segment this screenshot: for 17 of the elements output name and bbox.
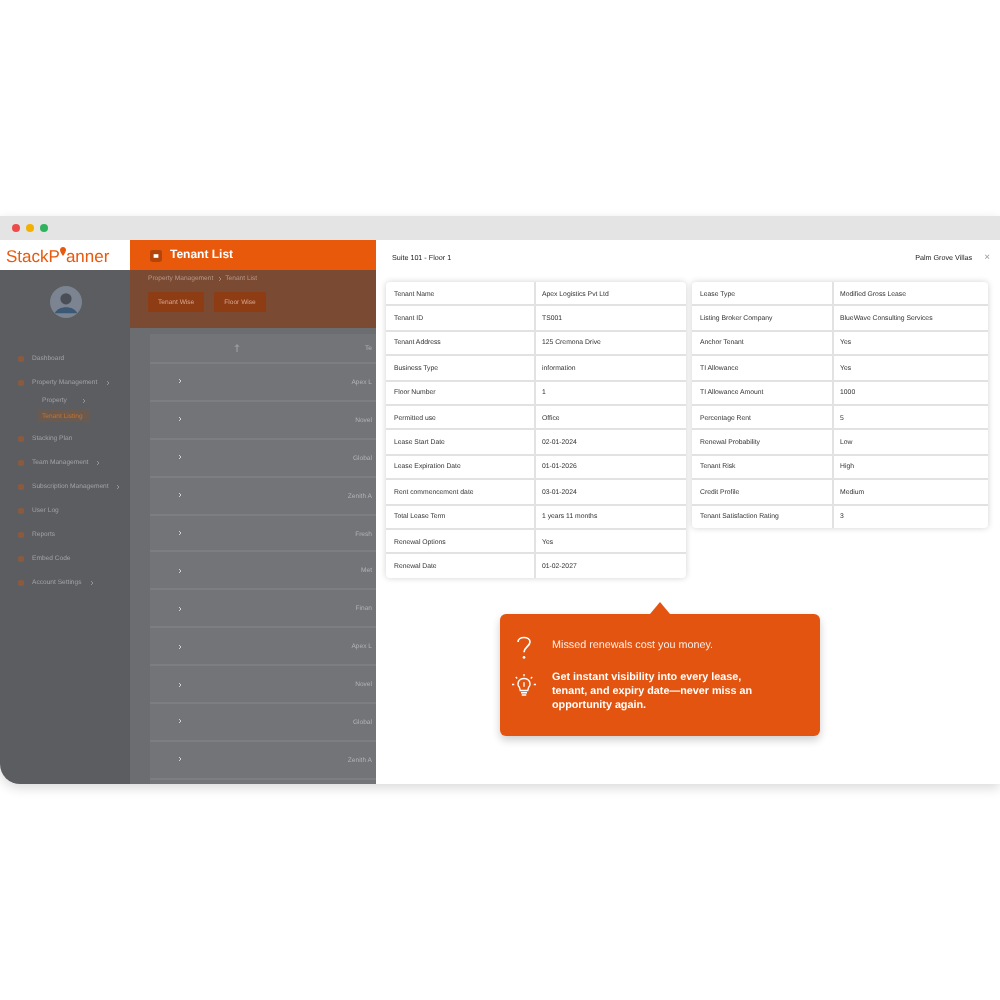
window-icon[interactable] bbox=[150, 249, 162, 261]
menu-item-icon bbox=[18, 355, 24, 361]
avatar-icon bbox=[49, 286, 81, 318]
menu-item-icon bbox=[18, 483, 24, 489]
menu-item-icon bbox=[18, 507, 24, 513]
menu-item-icon bbox=[18, 435, 24, 441]
menu-item-icon bbox=[18, 579, 24, 585]
menu-item-icon bbox=[18, 459, 24, 465]
pin-icon bbox=[59, 246, 66, 258]
menu-item-icon bbox=[18, 555, 24, 561]
close-dot-icon[interactable] bbox=[12, 224, 20, 232]
minimize-dot-icon[interactable] bbox=[26, 224, 34, 232]
maximize-dot-icon[interactable] bbox=[40, 224, 48, 232]
question-mark-icon bbox=[512, 633, 536, 662]
lightbulb-icon bbox=[512, 671, 536, 700]
menu-item-icon bbox=[18, 379, 24, 385]
menu-item-icon bbox=[18, 531, 24, 537]
